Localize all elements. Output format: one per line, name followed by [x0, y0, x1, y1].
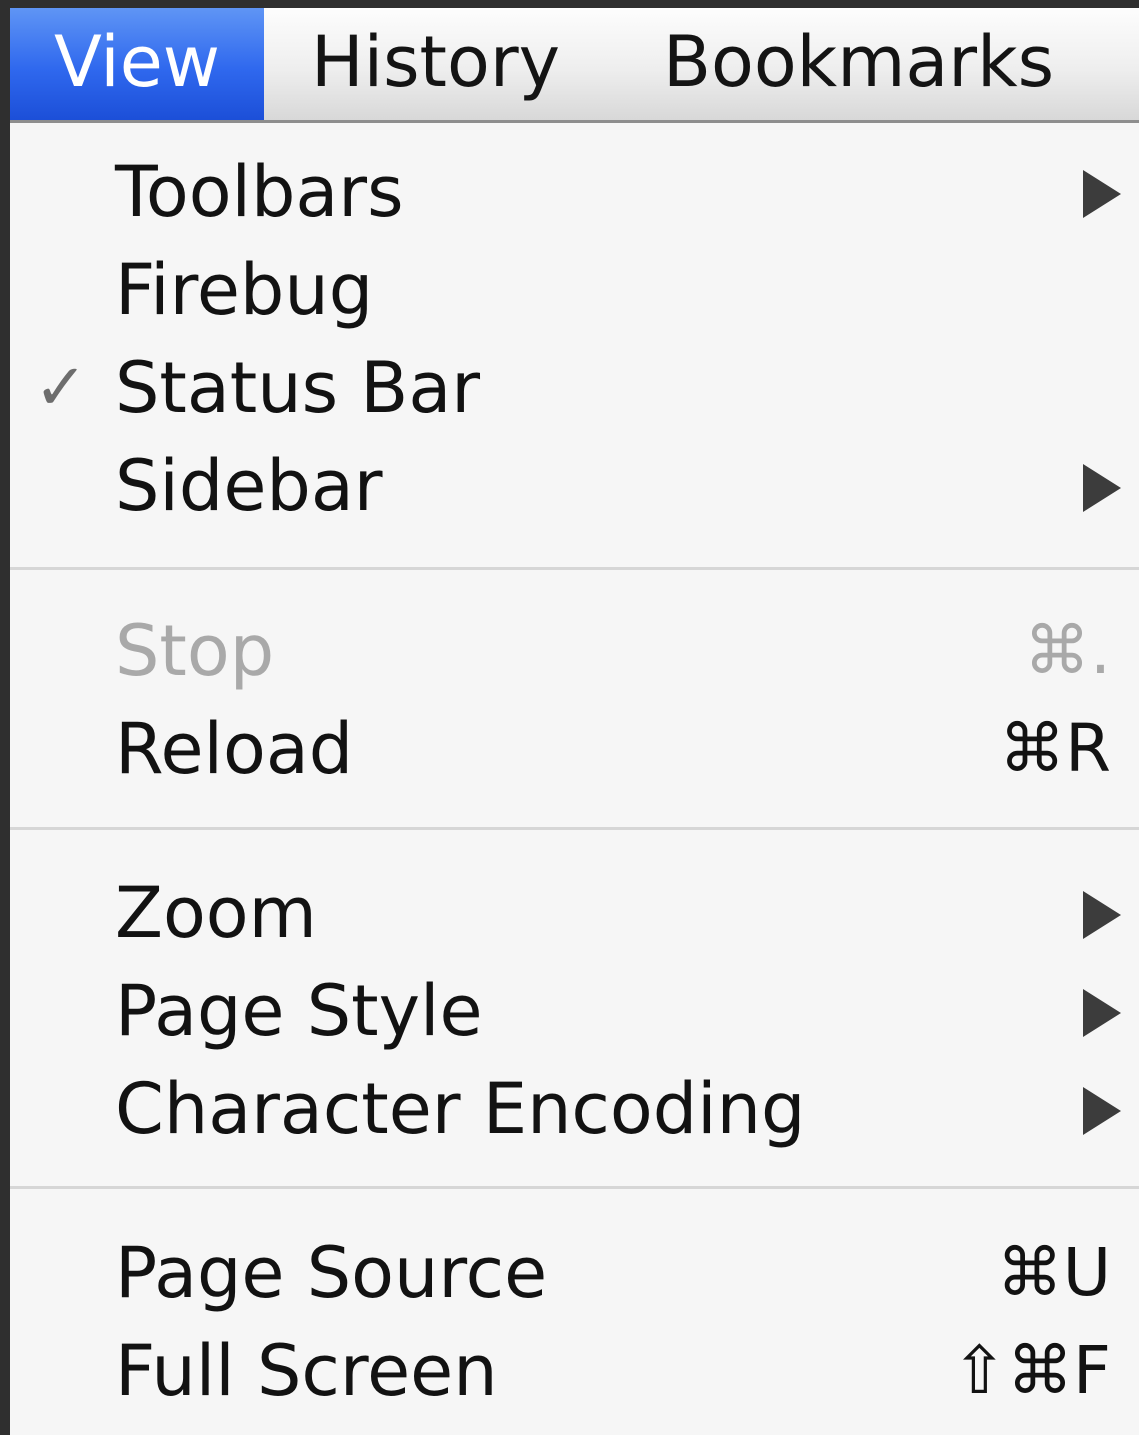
shortcut-label: ⇧⌘F — [951, 1332, 1111, 1409]
screen: View History Bookmarks Toolbars Firebug … — [10, 8, 1139, 1435]
menu-item-toolbars[interactable]: Toolbars — [10, 143, 1139, 241]
menu-item-status-bar[interactable]: ✓ Status Bar — [10, 339, 1139, 437]
menu-item-reload[interactable]: Reload ⌘R — [10, 700, 1139, 798]
menubar-item-history[interactable]: History — [311, 8, 560, 120]
menu-item-page-style[interactable]: Page Style — [10, 962, 1139, 1060]
shortcut-label: ⌘U — [996, 1234, 1111, 1311]
menu-item-firebug[interactable]: Firebug — [10, 241, 1139, 339]
menubar-item-view[interactable]: View — [10, 8, 264, 120]
view-menu-dropdown: Toolbars Firebug ✓ Status Bar Sidebar St… — [10, 123, 1139, 1435]
menu-item-full-screen[interactable]: Full Screen ⇧⌘F — [10, 1322, 1139, 1420]
menu-item-character-encoding[interactable]: Character Encoding — [10, 1060, 1139, 1158]
menu-bar: View History Bookmarks — [10, 8, 1139, 123]
menu-separator — [10, 827, 1139, 830]
shortcut-label: ⌘. — [1024, 612, 1111, 689]
menu-item-label: Toolbars — [115, 151, 404, 233]
submenu-arrow-icon — [1083, 891, 1121, 939]
submenu-arrow-icon — [1083, 464, 1121, 512]
menu-item-label: Character Encoding — [115, 1068, 806, 1150]
submenu-arrow-icon — [1083, 989, 1121, 1037]
menu-item-label: Zoom — [115, 872, 317, 954]
menu-item-label: Full Screen — [115, 1330, 498, 1412]
menubar-item-bookmarks[interactable]: Bookmarks — [663, 8, 1054, 120]
menu-item-label: Sidebar — [115, 445, 383, 527]
menu-separator — [10, 1186, 1139, 1189]
menu-separator — [10, 567, 1139, 570]
check-icon: ✓ — [34, 351, 88, 425]
submenu-arrow-icon — [1083, 170, 1121, 218]
menu-item-label: Stop — [115, 610, 275, 692]
menu-item-sidebar[interactable]: Sidebar — [10, 437, 1139, 535]
menu-item-page-source[interactable]: Page Source ⌘U — [10, 1224, 1139, 1322]
menu-item-zoom[interactable]: Zoom — [10, 864, 1139, 962]
menu-item-label: Status Bar — [115, 347, 481, 429]
shortcut-label: ⌘R — [999, 710, 1111, 787]
menu-item-label: Page Source — [115, 1232, 548, 1314]
menu-item-stop: Stop ⌘. — [10, 602, 1139, 700]
menu-item-label: Firebug — [115, 249, 374, 331]
menu-item-label: Reload — [115, 708, 354, 790]
submenu-arrow-icon — [1083, 1087, 1121, 1135]
menu-item-label: Page Style — [115, 970, 483, 1052]
